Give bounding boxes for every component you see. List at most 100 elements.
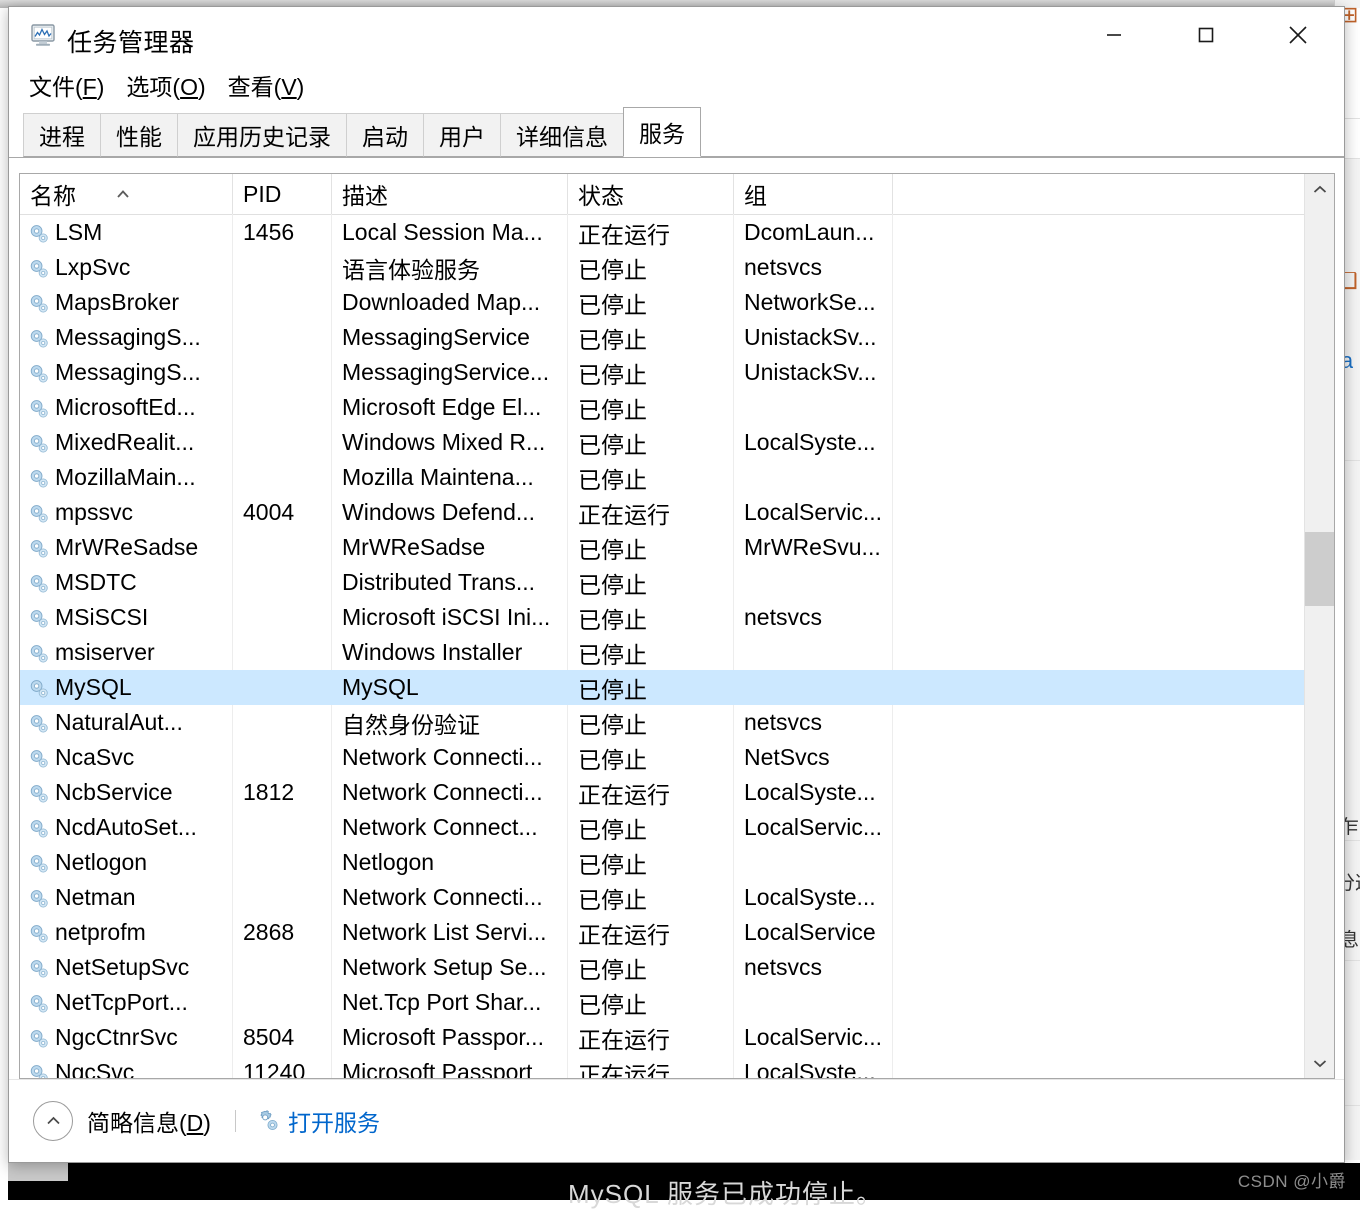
table-row[interactable]: LxpSvc语言体验服务已停止netsvcs bbox=[20, 250, 1304, 285]
service-status: 正在运行 bbox=[568, 915, 734, 950]
service-description: MessagingService bbox=[332, 320, 568, 355]
service-pid bbox=[233, 985, 332, 1020]
table-row[interactable]: NetSetupSvcNetwork Setup Se...已停止netsvcs bbox=[20, 950, 1304, 985]
table-row[interactable]: netprofm2868Network List Servi...正在运行Loc… bbox=[20, 915, 1304, 950]
service-name-label: NcdAutoSet... bbox=[55, 814, 197, 841]
tab-performance[interactable]: 性能 bbox=[100, 113, 178, 157]
open-services-link[interactable]: 打开服务 bbox=[288, 1104, 380, 1138]
close-icon bbox=[1285, 22, 1311, 48]
table-row[interactable]: MixedRealit...Windows Mixed R...已停止Local… bbox=[20, 425, 1304, 460]
service-name: MessagingS... bbox=[20, 320, 233, 355]
scrollbar-thumb[interactable] bbox=[1305, 532, 1334, 606]
services-table-body: LSM1456Local Session Ma...正在运行DcomLaun..… bbox=[20, 215, 1304, 1078]
tab-users[interactable]: 用户 bbox=[423, 113, 501, 157]
table-row[interactable]: NcaSvcNetwork Connecti...已停止NetSvcs bbox=[20, 740, 1304, 775]
table-row[interactable]: mpssvc4004Windows Defend...正在运行LocalServ… bbox=[20, 495, 1304, 530]
maximize-button[interactable] bbox=[1160, 7, 1252, 63]
table-row[interactable]: NetTcpPort...Net.Tcp Port Shar...已停止 bbox=[20, 985, 1304, 1020]
table-row[interactable]: NetmanNetwork Connecti...已停止LocalSyste..… bbox=[20, 880, 1304, 915]
service-name-label: MessagingS... bbox=[55, 324, 201, 351]
menu-view[interactable]: 查看(V) bbox=[226, 66, 307, 104]
tab-services[interactable]: 服务 bbox=[623, 107, 701, 157]
title-bar[interactable]: 任务管理器 bbox=[9, 7, 1344, 63]
service-group bbox=[734, 670, 893, 705]
service-description: Downloaded Map... bbox=[332, 285, 568, 320]
service-pid bbox=[233, 705, 332, 740]
table-row[interactable]: LSM1456Local Session Ma...正在运行DcomLaun..… bbox=[20, 215, 1304, 250]
column-header-group[interactable]: 组 bbox=[734, 174, 893, 214]
minimize-icon bbox=[1102, 23, 1126, 47]
column-header-description[interactable]: 描述 bbox=[332, 174, 568, 214]
service-pid bbox=[233, 635, 332, 670]
tab-app-history[interactable]: 应用历史记录 bbox=[177, 113, 347, 157]
column-header-name[interactable]: 名称 bbox=[20, 174, 233, 214]
service-description: Network Connecti... bbox=[332, 775, 568, 810]
table-row[interactable]: MessagingS...MessagingService...已停止Unist… bbox=[20, 355, 1304, 390]
table-row[interactable]: NgcCtnrSvc8504Microsoft Passpor...正在运行Lo… bbox=[20, 1020, 1304, 1055]
menu-file-accel: F bbox=[83, 74, 97, 100]
menu-view-label: 查看 bbox=[228, 74, 274, 100]
close-button[interactable] bbox=[1252, 7, 1344, 63]
service-description: Net.Tcp Port Shar... bbox=[332, 985, 568, 1020]
table-row[interactable]: MSiSCSIMicrosoft iSCSI Ini...已停止netsvcs bbox=[20, 600, 1304, 635]
table-row[interactable]: NcbService1812Network Connecti...正在运行Loc… bbox=[20, 775, 1304, 810]
table-row[interactable]: NetlogonNetlogon已停止 bbox=[20, 845, 1304, 880]
service-name-label: Netman bbox=[55, 884, 136, 911]
service-name-label: msiserver bbox=[55, 639, 155, 666]
service-gear-icon bbox=[28, 433, 50, 455]
minimize-button[interactable] bbox=[1068, 7, 1160, 63]
tab-startup[interactable]: 启动 bbox=[346, 113, 424, 157]
service-group: MrWReSvu... bbox=[734, 530, 893, 565]
task-manager-window: 任务管理器 文件(F) 选项(O) 查看(V) bbox=[8, 6, 1345, 1163]
service-group bbox=[734, 390, 893, 425]
column-header-pid[interactable]: PID bbox=[233, 174, 332, 214]
service-name-label: MSiSCSI bbox=[55, 604, 148, 631]
table-row[interactable]: msiserverWindows Installer已停止 bbox=[20, 635, 1304, 670]
services-list-viewport: 名称 PID 描述 状态 组 LSM1456Local Sess bbox=[20, 174, 1304, 1078]
tab-processes[interactable]: 进程 bbox=[23, 113, 101, 157]
table-row[interactable]: MySQLMySQL已停止 bbox=[20, 670, 1304, 705]
table-row[interactable]: NaturalAut...自然身份验证已停止netsvcs bbox=[20, 705, 1304, 740]
table-row[interactable]: MozillaMain...Mozilla Maintena...已停止 bbox=[20, 460, 1304, 495]
table-row[interactable]: MicrosoftEd...Microsoft Edge El...已停止 bbox=[20, 390, 1304, 425]
service-status: 已停止 bbox=[568, 985, 734, 1020]
scroll-up-button[interactable] bbox=[1305, 174, 1334, 204]
menu-options[interactable]: 选项(O) bbox=[124, 66, 207, 104]
csdn-watermark: CSDN @小爵 bbox=[1238, 1167, 1346, 1192]
window-title: 任务管理器 bbox=[67, 23, 195, 59]
service-status: 已停止 bbox=[568, 670, 734, 705]
service-group bbox=[734, 565, 893, 600]
menu-file[interactable]: 文件(F) bbox=[27, 66, 106, 104]
service-description: Network Connecti... bbox=[332, 880, 568, 915]
service-pid bbox=[233, 810, 332, 845]
table-row[interactable]: MrWReSadseMrWReSadse已停止MrWReSvu... bbox=[20, 530, 1304, 565]
tab-strip: 进程 性能 应用历史记录 启动 用户 详细信息 服务 bbox=[9, 107, 1344, 158]
service-description: Windows Installer bbox=[332, 635, 568, 670]
table-row[interactable]: NcdAutoSet...Network Connect...已停止LocalS… bbox=[20, 810, 1304, 845]
service-group: UnistackSv... bbox=[734, 320, 893, 355]
service-description: Local Session Ma... bbox=[332, 215, 568, 250]
service-gear-icon bbox=[28, 503, 50, 525]
table-row[interactable]: NgcSvc11240Microsoft Passport正在运行LocalSy… bbox=[20, 1055, 1304, 1078]
service-pid bbox=[233, 600, 332, 635]
service-status: 正在运行 bbox=[568, 775, 734, 810]
service-status: 已停止 bbox=[568, 810, 734, 845]
tab-details[interactable]: 详细信息 bbox=[500, 113, 624, 157]
service-description: MessagingService... bbox=[332, 355, 568, 390]
service-group: UnistackSv... bbox=[734, 355, 893, 390]
service-group: LocalSyste... bbox=[734, 775, 893, 810]
service-group: LocalService bbox=[734, 915, 893, 950]
scroll-down-button[interactable] bbox=[1305, 1048, 1334, 1078]
service-description: Network Setup Se... bbox=[332, 950, 568, 985]
table-row[interactable]: MSDTCDistributed Trans...已停止 bbox=[20, 565, 1304, 600]
table-row[interactable]: MessagingS... MessagingService已停止Unistack… bbox=[20, 320, 1304, 355]
table-row[interactable]: MapsBrokerDownloaded Map...已停止NetworkSe.… bbox=[20, 285, 1304, 320]
service-group: LocalSyste... bbox=[734, 425, 893, 460]
service-pid: 11240 bbox=[233, 1055, 332, 1078]
fewer-details-label[interactable]: 简略信息(D) bbox=[87, 1104, 211, 1138]
fewer-details-button[interactable] bbox=[33, 1101, 73, 1141]
services-list-scrollbar[interactable] bbox=[1304, 174, 1334, 1078]
service-status: 已停止 bbox=[568, 320, 734, 355]
column-header-status[interactable]: 状态 bbox=[568, 174, 734, 214]
service-pid bbox=[233, 425, 332, 460]
